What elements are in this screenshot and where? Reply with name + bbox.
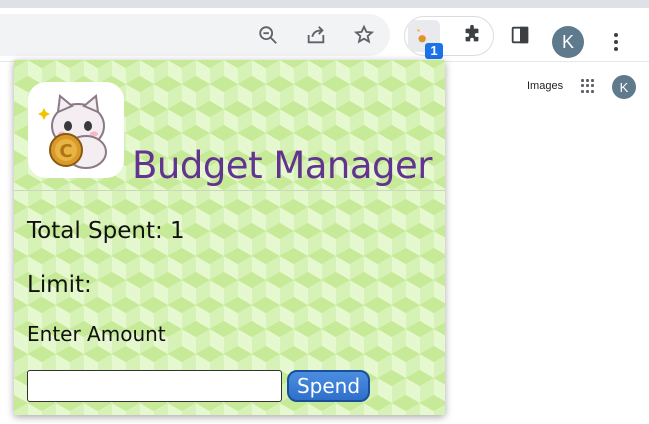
extension-popup: C Budget Manager Total Spent: 1 Limit: E… (14, 60, 445, 415)
tab-strip (0, 0, 649, 8)
side-panel-icon[interactable] (505, 20, 535, 50)
amount-input[interactable] (27, 370, 282, 402)
address-bar[interactable] (0, 14, 390, 56)
zoom-out-icon[interactable] (253, 20, 283, 50)
share-icon[interactable] (301, 20, 331, 50)
enter-amount-label: Enter Amount (27, 322, 166, 346)
page-profile-avatar[interactable]: K (612, 75, 636, 99)
extensions-puzzle-icon[interactable] (457, 20, 487, 50)
bookmark-star-icon[interactable] (349, 20, 379, 50)
extension-badge: 1 (425, 43, 443, 59)
total-spent-label: Total Spent: 1 (27, 218, 185, 244)
images-link[interactable]: Images (527, 80, 563, 92)
app-title: Budget Manager (132, 144, 433, 187)
menu-kebab-icon[interactable] (604, 26, 628, 58)
limit-label: Limit: (27, 272, 92, 298)
cat-coin-logo: C (28, 82, 124, 178)
apps-grid-icon[interactable] (581, 79, 595, 93)
browser-toolbar: 1 K (0, 8, 649, 62)
spend-button[interactable]: Spend (287, 370, 370, 402)
svg-text:C: C (59, 141, 72, 162)
profile-avatar[interactable]: K (552, 26, 584, 58)
divider (14, 190, 445, 191)
